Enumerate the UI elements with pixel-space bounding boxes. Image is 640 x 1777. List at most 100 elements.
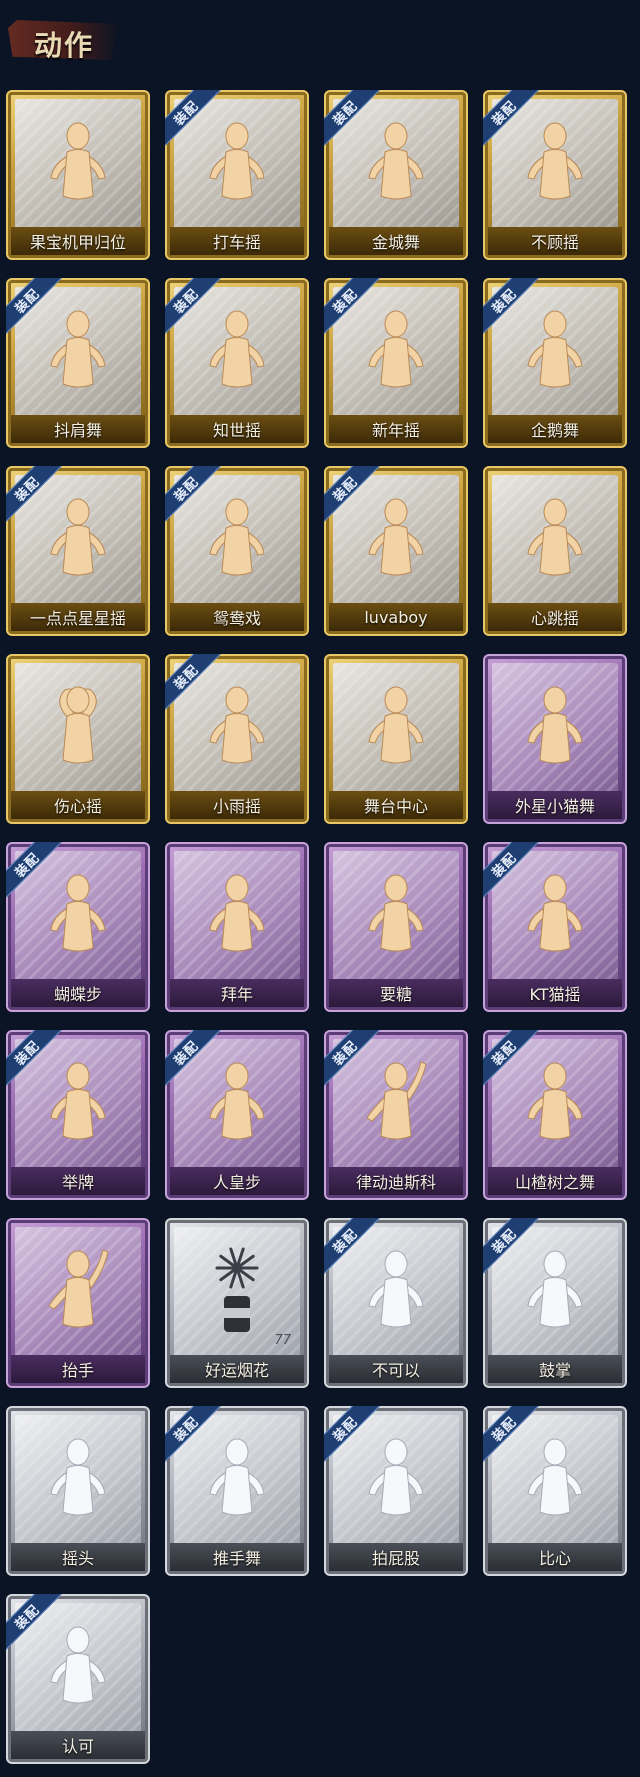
action-card[interactable]: 金城舞 装配 [324, 90, 468, 260]
card-label: 伤心摇 [53, 797, 102, 816]
action-card[interactable]: 77 好运烟花 [165, 1218, 309, 1388]
card-label: 蝴蝶步 [53, 985, 102, 1004]
action-card[interactable]: 打车摇 装配 [165, 90, 309, 260]
card-label: 鸳鸯戏 [212, 609, 261, 628]
action-card[interactable]: 推手舞 装配 [165, 1406, 309, 1576]
action-card[interactable]: 舞台中心 [324, 654, 468, 824]
action-card[interactable]: 心跳摇 [483, 466, 627, 636]
card-label: 抬手 [61, 1361, 94, 1380]
equipped-ribbon: 装配 [324, 1406, 381, 1464]
equipped-badge: 装配 [6, 1594, 64, 1652]
equipped-badge-text: 装配 [330, 286, 361, 317]
action-card[interactable]: 不顾摇 装配 [483, 90, 627, 260]
card-label-bar: 蝴蝶步 [11, 979, 145, 1007]
card-label: 比心 [538, 1549, 571, 1568]
action-card[interactable]: luvaboy 装配 [324, 466, 468, 636]
action-card[interactable]: 人皇步 装配 [165, 1030, 309, 1200]
action-card[interactable]: 蝴蝶步 装配 [6, 842, 150, 1012]
card-label: 摇头 [61, 1549, 94, 1568]
equipped-ribbon: 装配 [6, 842, 63, 900]
card-label: 推手舞 [212, 1549, 261, 1568]
action-card[interactable]: 一点点星星摇 装配 [6, 466, 150, 636]
head-shake-pose-icon [41, 1434, 115, 1526]
card-label-bar: 知世摇 [170, 415, 304, 443]
equipped-badge: 装配 [324, 1406, 382, 1464]
equipped-ribbon: 装配 [324, 466, 381, 524]
action-card[interactable]: 果宝机甲归位 [6, 90, 150, 260]
card-label-bar: KT猫摇 [488, 979, 622, 1007]
action-card[interactable]: 小雨摇 装配 [165, 654, 309, 824]
equipped-ribbon: 装配 [324, 90, 381, 148]
equipped-badge: 装配 [6, 278, 64, 336]
card-label-bar: 一点点星星摇 [11, 603, 145, 631]
action-card[interactable]: 摇头 [6, 1406, 150, 1576]
equipped-badge: 装配 [165, 90, 223, 148]
equipped-ribbon: 装配 [483, 90, 540, 148]
card-label-bar: 不可以 [329, 1355, 463, 1383]
action-card[interactable]: 伤心摇 [6, 654, 150, 824]
action-card[interactable]: 抬手 [6, 1218, 150, 1388]
card-label: 律动迪斯科 [355, 1173, 436, 1192]
equipped-ribbon: 装配 [483, 278, 540, 336]
card-label-bar: 比心 [488, 1543, 622, 1571]
card-label: 山楂树之舞 [514, 1173, 595, 1192]
equipped-badge-text: 装配 [489, 1414, 520, 1445]
equipped-badge: 装配 [483, 1218, 541, 1276]
action-card[interactable]: 鼓掌 装配 [483, 1218, 627, 1388]
card-label: luvaboy [364, 607, 428, 627]
action-card[interactable]: 外星小猫舞 [483, 654, 627, 824]
card-label-bar: 抖肩舞 [11, 415, 145, 443]
action-card[interactable]: 比心 装配 [483, 1406, 627, 1576]
card-label: 外星小猫舞 [514, 797, 595, 816]
dance-pose-icon [518, 494, 592, 586]
equipped-badge-text: 装配 [12, 850, 43, 881]
equipped-ribbon: 装配 [165, 278, 222, 336]
equipped-badge-text: 装配 [171, 98, 202, 129]
equipped-badge: 装配 [324, 90, 382, 148]
card-label-bar: 不顾摇 [488, 227, 622, 255]
card-label-bar: 新年摇 [329, 415, 463, 443]
dance-pose-icon [41, 118, 115, 210]
action-card[interactable]: 鸳鸯戏 装配 [165, 466, 309, 636]
equipped-ribbon: 装配 [483, 1030, 540, 1088]
equipped-badge-text: 装配 [330, 1414, 361, 1445]
action-card[interactable]: 拍屁股 装配 [324, 1406, 468, 1576]
equipped-badge: 装配 [6, 466, 64, 524]
equipped-badge: 装配 [324, 466, 382, 524]
equipped-ribbon: 装配 [165, 1406, 222, 1464]
heart-hands-pose-icon [41, 682, 115, 774]
equipped-badge-text: 装配 [489, 98, 520, 129]
equipped-ribbon: 装配 [6, 1030, 63, 1088]
action-card[interactable]: 拜年 [165, 842, 309, 1012]
action-card[interactable]: 要糖 [324, 842, 468, 1012]
equipped-badge: 装配 [6, 842, 64, 900]
equipped-badge: 装配 [483, 1030, 541, 1088]
action-card[interactable]: KT猫摇 装配 [483, 842, 627, 1012]
card-label-bar: 心跳摇 [488, 603, 622, 631]
action-card[interactable]: 知世摇 装配 [165, 278, 309, 448]
action-card[interactable]: 新年摇 装配 [324, 278, 468, 448]
action-card[interactable]: 抖肩舞 装配 [6, 278, 150, 448]
action-card[interactable]: 不可以 装配 [324, 1218, 468, 1388]
action-card[interactable]: 举牌 装配 [6, 1030, 150, 1200]
card-label: 认可 [61, 1737, 94, 1756]
card-label: 企鹅舞 [530, 421, 579, 440]
equipped-badge-text: 装配 [489, 850, 520, 881]
card-label: 知世摇 [212, 421, 261, 440]
equipped-ribbon: 装配 [324, 1030, 381, 1088]
equipped-badge: 装配 [165, 654, 223, 712]
card-label: 抖肩舞 [53, 421, 102, 440]
card-label-bar: 拍屁股 [329, 1543, 463, 1571]
firework-icon [202, 1240, 272, 1340]
equipped-badge: 装配 [324, 1218, 382, 1276]
card-label-bar: 外星小猫舞 [488, 791, 622, 819]
equipped-badge-text: 装配 [330, 1038, 361, 1069]
action-card[interactable]: 认可 装配 [6, 1594, 150, 1764]
card-label-bar: 律动迪斯科 [329, 1167, 463, 1195]
equipped-badge-text: 装配 [489, 1226, 520, 1257]
action-card[interactable]: 企鹅舞 装配 [483, 278, 627, 448]
equipped-ribbon: 装配 [483, 1218, 540, 1276]
action-card[interactable]: 山楂树之舞 装配 [483, 1030, 627, 1200]
equipped-badge-text: 装配 [12, 286, 43, 317]
action-card[interactable]: 律动迪斯科 装配 [324, 1030, 468, 1200]
